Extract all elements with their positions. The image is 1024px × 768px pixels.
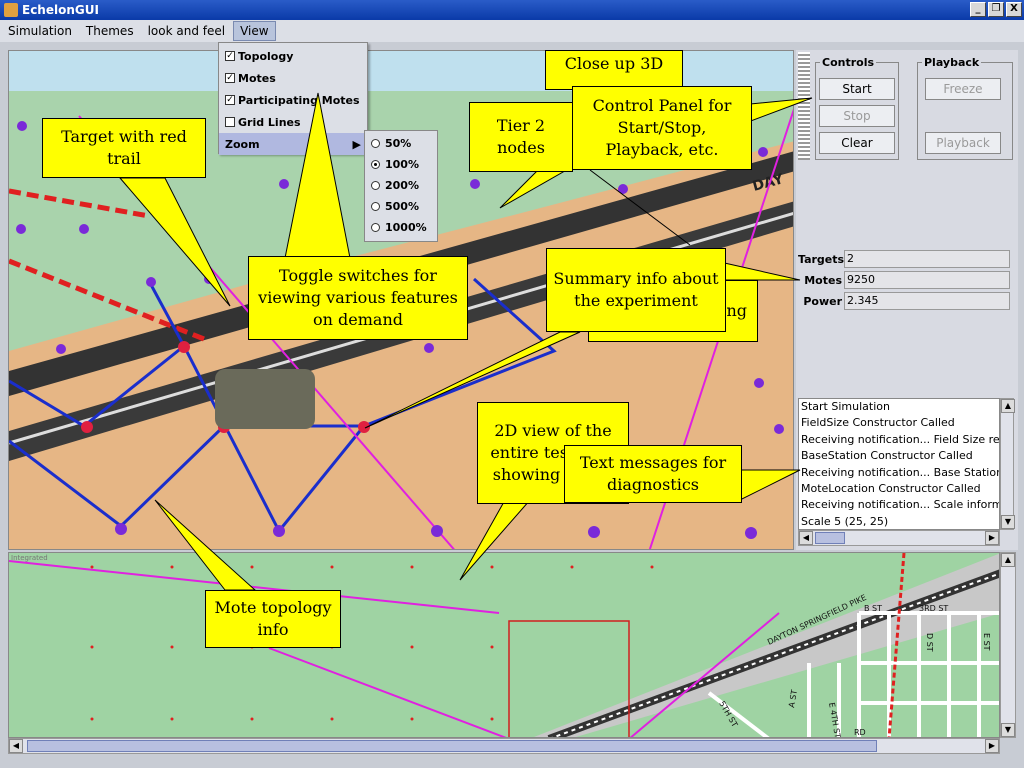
clear-button[interactable]: Clear	[819, 132, 895, 154]
callout-text-messages: Text messages for diagnostics	[564, 445, 742, 503]
scroll-down-icon[interactable]: ▼	[1001, 723, 1015, 737]
log-line: Scale 5 (25, 25)	[801, 514, 889, 528]
freeze-button[interactable]: Freeze	[925, 78, 1001, 100]
callout-tier2: Tier 2 nodes	[469, 102, 573, 172]
zoom-option-100[interactable]: 100%	[365, 154, 437, 175]
minimize-button[interactable]: _	[970, 2, 986, 17]
power-value: 2.345	[844, 292, 1010, 310]
target-vehicle	[215, 369, 315, 429]
scroll-thumb[interactable]	[27, 740, 877, 752]
diagnostics-log[interactable]: Start Simulation FieldSize Constructor C…	[798, 398, 1000, 530]
log-line: FieldSize Constructor Called	[801, 416, 955, 430]
map-2d-view[interactable]: DAYTON SPRINGFIELD PIKE B ST 3RD ST D ST…	[8, 552, 1000, 738]
checkbox-icon	[225, 117, 235, 127]
menu-item-topology[interactable]: ✓ Topology	[219, 45, 367, 67]
menu-item-grid-lines[interactable]: Grid Lines	[219, 111, 367, 133]
callout-control-panel: Control Panel for Start/Stop, Playback, …	[572, 86, 752, 170]
magenta-lines-2d	[9, 560, 780, 737]
view-menu: ✓ Topology ✓ Motes ✓ Participating Motes Gr…	[218, 42, 368, 155]
radio-icon	[371, 223, 380, 232]
splitter-grip[interactable]	[798, 52, 810, 160]
mote-grid-2d	[90, 565, 654, 721]
street-label-b: B ST	[864, 604, 882, 613]
street-label-a: A ST	[787, 689, 799, 708]
power-row: Power 2.345	[798, 292, 1010, 310]
callout-toggle: Toggle switches for viewing various feat…	[248, 256, 468, 340]
power-label: Power	[803, 294, 842, 308]
scroll-right-icon[interactable]: ▶	[985, 531, 999, 545]
restore-button[interactable]: ❐	[988, 2, 1004, 17]
start-button[interactable]: Start	[819, 78, 895, 100]
controls-legend: Controls	[822, 56, 875, 69]
log-line: BaseStation Constructor Called	[801, 449, 973, 463]
scroll-left-icon[interactable]: ◀	[9, 739, 23, 753]
log-line: Start Simulation	[801, 400, 890, 413]
targets-row: Targets 2	[798, 250, 1010, 268]
menu-item-zoom[interactable]: Zoom ▶	[219, 133, 367, 155]
motes-value: 9250	[844, 271, 1010, 289]
zoom-submenu: 50% 100% 200% 500% 1000%	[364, 130, 438, 242]
checkbox-icon: ✓	[225, 51, 235, 61]
window-title: EchelonGUI	[22, 3, 99, 17]
radio-selected-icon	[371, 160, 380, 169]
app-icon	[4, 3, 18, 17]
menu-look-and-feel[interactable]: look and feel	[142, 22, 232, 40]
minimap-tag: Integrated	[11, 554, 48, 562]
menu-bar: Simulation Themes look and feel View	[0, 20, 1024, 42]
window-controls: _ ❐ X	[970, 2, 1022, 17]
log-line: Receiving notification... Field Size rea	[801, 432, 1000, 446]
motes-label: Motes	[804, 273, 842, 287]
title-bar: EchelonGUI _ ❐ X	[0, 0, 1024, 20]
close-button[interactable]: X	[1006, 2, 1022, 17]
street-label-e: E ST	[982, 633, 991, 651]
menu-item-motes[interactable]: ✓ Motes	[219, 67, 367, 89]
menu-simulation[interactable]: Simulation	[2, 22, 78, 40]
zoom-option-500[interactable]: 500%	[365, 196, 437, 217]
callout-target: Target with red trail	[42, 118, 206, 178]
street-label-3rd: 3RD ST	[919, 604, 948, 613]
scroll-left-icon[interactable]: ◀	[799, 531, 813, 545]
checkbox-icon: ✓	[225, 73, 235, 83]
scroll-up-icon[interactable]: ▲	[1001, 553, 1015, 567]
log-horizontal-scrollbar[interactable]: ◀ ▶	[798, 530, 1000, 546]
checkbox-icon: ✓	[225, 95, 235, 105]
playback-button[interactable]: Playback	[925, 132, 1001, 154]
radio-icon	[371, 139, 380, 148]
callout-mote-topology: Mote topology info	[205, 590, 341, 648]
submenu-arrow-icon: ▶	[352, 137, 361, 151]
stop-button[interactable]: Stop	[819, 105, 895, 127]
callout-summary: Summary info about the experiment	[546, 248, 726, 332]
menu-item-participating-motes[interactable]: ✓ Participating Motes	[219, 89, 367, 111]
zoom-option-1000[interactable]: 1000%	[365, 217, 437, 238]
zoom-option-50[interactable]: 50%	[365, 133, 437, 154]
radio-icon	[371, 202, 380, 211]
street-label-rd: RD	[854, 728, 866, 737]
targets-value: 2	[844, 250, 1010, 268]
street-label-d: D ST	[925, 633, 934, 652]
map-horizontal-scrollbar[interactable]: ◀ ▶	[8, 738, 1000, 754]
target-track	[887, 553, 906, 737]
map-2d-canvas: DAYTON SPRINGFIELD PIKE B ST 3RD ST D ST…	[9, 553, 999, 737]
scroll-thumb[interactable]	[815, 532, 845, 544]
map-vertical-scrollbar[interactable]: ▲ ▼	[1000, 552, 1016, 738]
radio-icon	[371, 181, 380, 190]
scroll-down-icon[interactable]: ▼	[1001, 515, 1015, 529]
log-line: MoteLocation Constructor Called	[801, 482, 981, 496]
menu-themes[interactable]: Themes	[80, 22, 140, 40]
targets-label: Targets	[798, 252, 845, 266]
log-vertical-scrollbar[interactable]: ▲ ▼	[1000, 398, 1015, 530]
playback-legend: Playback	[924, 56, 980, 69]
menu-view[interactable]: View	[233, 21, 276, 41]
log-line: Receiving notification... Scale inform	[801, 498, 1000, 512]
log-line: Receiving notification... Base Station	[801, 465, 1000, 479]
scroll-up-icon[interactable]: ▲	[1001, 399, 1015, 413]
scroll-right-icon[interactable]: ▶	[985, 739, 999, 753]
motes-row: Motes 9250	[798, 271, 1010, 289]
callout-close-up-3d: Close up 3D	[545, 50, 683, 90]
zoom-option-200[interactable]: 200%	[365, 175, 437, 196]
